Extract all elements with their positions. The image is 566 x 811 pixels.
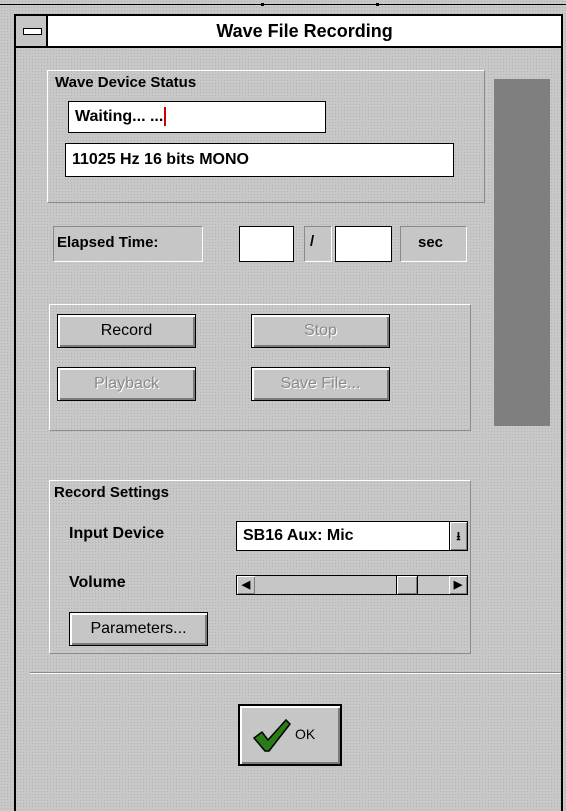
record-settings-label: Record Settings — [54, 484, 170, 501]
playback-button[interactable]: Playback — [57, 367, 196, 401]
volume-label: Volume — [69, 574, 126, 591]
elapsed-time-label: Elapsed Time: — [57, 234, 159, 251]
device-state-field: Waiting... ... — [68, 101, 326, 133]
wave-device-status-label: Wave Device Status — [55, 74, 197, 91]
checkmark-icon — [252, 718, 291, 752]
save-file-button[interactable]: Save File... — [251, 367, 390, 401]
volume-slider[interactable]: ◀ ▶ — [236, 575, 468, 595]
volume-slider-thumb[interactable] — [396, 576, 418, 594]
window-title: Wave File Recording — [216, 21, 393, 41]
total-time-field — [335, 226, 392, 262]
tick-mark — [261, 3, 264, 6]
input-device-value: SB16 Aux: Mic — [243, 527, 354, 544]
ok-button[interactable]: OK — [238, 704, 342, 766]
ok-label: OK — [295, 726, 316, 742]
elapsed-time-field — [239, 226, 294, 262]
dialog-window: Wave File Recording Wave Device Status W… — [14, 14, 563, 811]
level-meter — [494, 79, 550, 426]
input-device-dropdown[interactable]: SB16 Aux: Mic ⭳ — [236, 521, 468, 551]
scroll-right-icon[interactable]: ▶ — [449, 576, 467, 594]
audio-format-field: 11025 Hz 16 bits MONO — [65, 143, 454, 177]
input-device-label: Input Device — [69, 525, 165, 542]
system-menu-icon[interactable] — [16, 16, 48, 46]
wave-device-status-group: Wave Device Status Waiting... ... 11025 … — [47, 70, 485, 203]
top-edge-line — [0, 4, 566, 5]
time-separator: / — [310, 233, 315, 250]
dialog-separator — [30, 672, 561, 674]
text-caret — [164, 107, 167, 127]
parameters-button[interactable]: Parameters... — [69, 612, 208, 646]
dropdown-arrow-icon[interactable]: ⭳ — [449, 522, 467, 550]
record-settings-group: Record Settings Input Device SB16 Aux: M… — [49, 480, 471, 654]
tick-mark — [376, 3, 379, 6]
client-area: Wave Device Status Waiting... ... 11025 … — [16, 48, 561, 811]
seconds-unit-label: sec — [418, 234, 444, 251]
title-bar[interactable]: Wave File Recording — [16, 16, 561, 48]
record-button[interactable]: Record — [57, 314, 196, 348]
scroll-left-icon[interactable]: ◀ — [237, 576, 255, 594]
elapsed-time-label-box: Elapsed Time: — [53, 226, 203, 262]
stop-button[interactable]: Stop — [251, 314, 390, 348]
level-meter-fill — [494, 79, 550, 426]
time-separator-box: / — [304, 226, 332, 262]
seconds-unit-box: sec — [400, 226, 467, 262]
transport-controls-group: Record Stop Playback Save File... — [49, 304, 471, 431]
